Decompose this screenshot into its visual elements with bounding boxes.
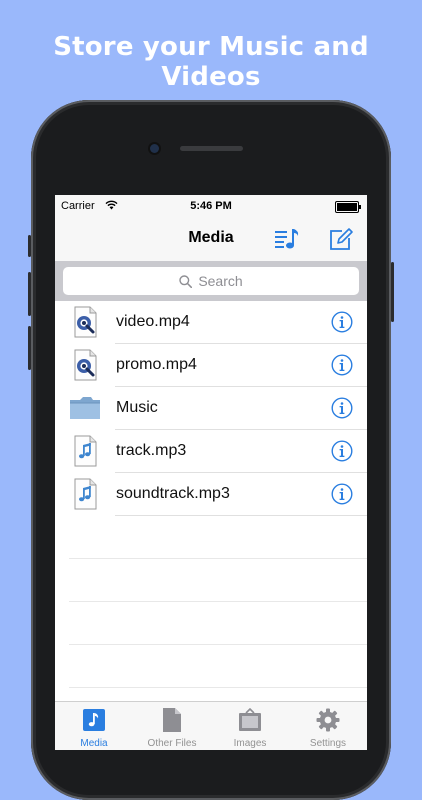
phone-volume-down-button <box>28 326 31 370</box>
tab-settings[interactable]: Settings <box>289 702 367 750</box>
promo-headline: Store your Music and Videos <box>53 32 369 92</box>
empty-row-separator <box>55 516 367 559</box>
gear-icon <box>316 708 340 732</box>
info-button[interactable] <box>331 440 353 462</box>
media-icon <box>83 709 105 731</box>
file-name: promo.mp4 <box>116 356 197 373</box>
tab-label: Media <box>80 738 108 749</box>
file-row-music-folder[interactable]: Music <box>55 387 367 430</box>
search-icon <box>179 275 193 289</box>
empty-row-separator <box>55 645 367 688</box>
tab-bar: Media Other Files Images Settings <box>55 701 367 750</box>
info-icon <box>331 397 353 419</box>
front-camera <box>150 144 159 153</box>
phone-volume-up-button <box>28 272 31 316</box>
empty-row-separator <box>55 602 367 645</box>
info-icon <box>331 311 353 333</box>
navigation-bar: Media <box>55 217 367 262</box>
info-button[interactable] <box>331 397 353 419</box>
playlist-icon <box>275 229 299 249</box>
playlist-button[interactable] <box>273 225 301 253</box>
file-list: video.mp4 promo.mp4 Music track.mp3 soun… <box>55 301 367 516</box>
video-file-icon <box>69 306 101 338</box>
empty-list-area <box>55 516 367 688</box>
search-input[interactable]: Search <box>63 267 359 295</box>
earpiece-speaker <box>180 146 243 151</box>
status-time: 5:46 PM <box>190 200 232 212</box>
page-title: Media <box>188 229 234 246</box>
file-name: track.mp3 <box>116 442 187 459</box>
phone-power-button <box>391 262 394 322</box>
compose-icon <box>330 228 353 250</box>
image-frame-icon <box>239 708 261 731</box>
file-row-video-mp4[interactable]: video.mp4 <box>55 301 367 344</box>
battery-icon <box>335 201 361 213</box>
tab-label: Settings <box>309 738 347 749</box>
audio-file-icon <box>69 435 101 467</box>
status-bar: Carrier 5:46 PM <box>55 195 367 217</box>
file-row-soundtrack-mp3[interactable]: soundtrack.mp3 <box>55 473 367 516</box>
info-button[interactable] <box>331 354 353 376</box>
audio-file-icon <box>69 478 101 510</box>
empty-row-separator <box>55 559 367 602</box>
info-icon <box>331 440 353 462</box>
phone-screen: Carrier 5:46 PM Media Search video.mp4 p… <box>55 195 367 750</box>
info-button[interactable] <box>331 311 353 333</box>
document-icon <box>163 708 181 732</box>
tab-other-files[interactable]: Other Files <box>133 702 211 750</box>
edit-button[interactable] <box>327 225 355 253</box>
info-icon <box>331 354 353 376</box>
folder-icon <box>69 392 101 424</box>
file-name: Music <box>116 399 158 416</box>
info-button[interactable] <box>331 483 353 505</box>
info-icon <box>331 483 353 505</box>
tab-label: Other Files <box>147 738 197 749</box>
video-file-icon <box>69 349 101 381</box>
tab-images[interactable]: Images <box>211 702 289 750</box>
phone-side-button <box>28 235 31 257</box>
file-row-promo-mp4[interactable]: promo.mp4 <box>55 344 367 387</box>
tab-label: Images <box>233 738 267 749</box>
search-placeholder: Search <box>198 273 243 289</box>
file-row-track-mp3[interactable]: track.mp3 <box>55 430 367 473</box>
file-name: video.mp4 <box>116 313 190 330</box>
file-name: soundtrack.mp3 <box>116 485 230 502</box>
search-bar: Search <box>55 261 367 301</box>
tab-media[interactable]: Media <box>55 702 133 750</box>
